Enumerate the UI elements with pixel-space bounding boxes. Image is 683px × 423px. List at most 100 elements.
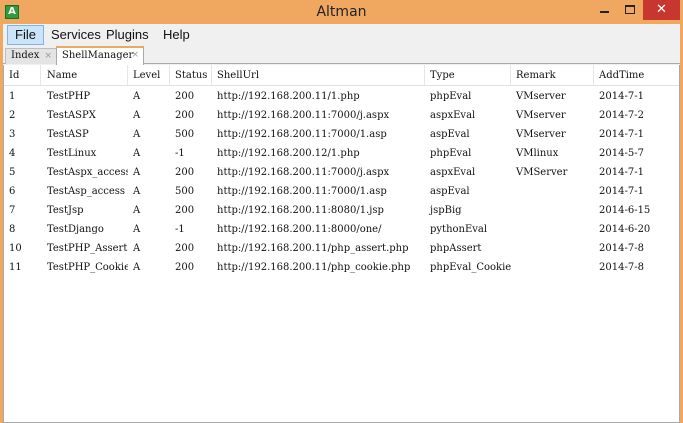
cell-name: TestLinux <box>47 148 97 159</box>
cell-status: 500 <box>175 186 195 197</box>
menu-plugins[interactable]: Plugins <box>99 25 156 45</box>
table-row[interactable]: 5 TestAspx_access A 200 http://192.168.2… <box>4 163 679 182</box>
cell-level: A <box>133 167 141 178</box>
cell-id: 10 <box>9 243 22 254</box>
cell-shellurl: http://192.168.200.11:7000/1.asp <box>217 186 387 197</box>
cell-status: 500 <box>175 129 195 140</box>
cell-shellurl: http://192.168.200.11:7000/1.asp <box>217 129 387 140</box>
cell-level: A <box>133 224 141 235</box>
cell-id: 7 <box>9 205 16 216</box>
column-header-status[interactable]: Status <box>170 65 212 86</box>
cell-level: A <box>133 243 141 254</box>
column-header-type[interactable]: Type <box>425 65 511 86</box>
column-header-shellurl[interactable]: ShellUrl <box>212 65 425 86</box>
cell-name: TestDjango <box>47 224 104 235</box>
column-header-remark[interactable]: Remark <box>511 65 594 86</box>
column-header-id[interactable]: Id <box>4 65 41 86</box>
cell-name: TestPHP_Assert <box>47 243 128 254</box>
minimize-icon <box>600 11 609 13</box>
tab-index[interactable]: Index × <box>5 48 57 64</box>
cell-name: TestPHP <box>47 91 91 102</box>
cell-name: TestASP <box>47 129 89 140</box>
client-area: File Services Plugins Help Index × Shell… <box>3 24 680 423</box>
cell-addtime: 2014-5-7 <box>599 148 644 159</box>
menu-bar: File Services Plugins Help <box>3 24 680 46</box>
cell-status: -1 <box>175 224 185 235</box>
cell-addtime: 2014-7-8 <box>599 262 644 273</box>
column-header-level[interactable]: Level <box>128 65 170 86</box>
cell-shellurl: http://192.168.200.11:7000/j.aspx <box>217 110 390 121</box>
table-row[interactable]: 3 TestASP A 500 http://192.168.200.11:70… <box>4 125 679 144</box>
cell-type: aspxEval <box>430 167 476 178</box>
cell-status: 200 <box>175 167 195 178</box>
cell-status: 200 <box>175 91 195 102</box>
cell-status: 200 <box>175 110 195 121</box>
app-window: A Altman ✕ File Services Plugins Help In… <box>0 0 683 423</box>
table-row[interactable]: 1 TestPHP A 200 http://192.168.200.11/1.… <box>4 87 679 106</box>
table-row[interactable]: 4 TestLinux A -1 http://192.168.200.12/1… <box>4 144 679 163</box>
cell-shellurl: http://192.168.200.11/php_assert.php <box>217 243 409 254</box>
close-button[interactable]: ✕ <box>643 0 680 20</box>
cell-remark: VMserver <box>516 91 566 102</box>
cell-type: aspEval <box>430 186 470 197</box>
cell-remark: VMServer <box>516 167 568 178</box>
table-row[interactable]: 2 TestASPX A 200 http://192.168.200.11:7… <box>4 106 679 125</box>
cell-level: A <box>133 110 141 121</box>
tab-shellmanager-label: ShellManager <box>62 50 134 61</box>
tab-shellmanager-close-icon[interactable]: × <box>131 48 139 63</box>
cell-name: TestAspx_access <box>47 167 128 178</box>
cell-addtime: 2014-7-1 <box>599 91 644 102</box>
cell-type: phpEval <box>430 91 472 102</box>
maximize-button[interactable] <box>617 0 643 20</box>
cell-id: 6 <box>9 186 16 197</box>
table-row[interactable]: 11 TestPHP_Cookie A 200 http://192.168.2… <box>4 258 679 277</box>
cell-type: pythonEval <box>430 224 488 235</box>
cell-shellurl: http://192.168.200.11:8000/one/ <box>217 224 382 235</box>
cell-level: A <box>133 148 141 159</box>
cell-id: 1 <box>9 91 16 102</box>
cell-remark <box>511 239 594 258</box>
cell-id: 8 <box>9 224 16 235</box>
minimize-button[interactable] <box>591 0 617 20</box>
title-bar[interactable]: A Altman ✕ <box>0 0 683 24</box>
table-row[interactable]: 7 TestJsp A 200 http://192.168.200.11:80… <box>4 201 679 220</box>
cell-shellurl: http://192.168.200.11:8080/1.jsp <box>217 205 384 216</box>
column-header-name[interactable]: Name <box>42 65 128 86</box>
tab-bar: Index × ShellManager × <box>3 46 680 65</box>
cell-id: 3 <box>9 129 16 140</box>
cell-remark: VMlinux <box>516 148 559 159</box>
maximize-icon <box>625 5 635 14</box>
cell-level: A <box>133 186 141 197</box>
cell-name: TestASPX <box>47 110 96 121</box>
tab-index-label: Index <box>11 50 40 61</box>
cell-level: A <box>133 205 141 216</box>
shell-table[interactable]: Id Name Level Status ShellUrl Type Remar… <box>3 65 680 423</box>
cell-id: 5 <box>9 167 16 178</box>
table-row[interactable]: 8 TestDjango A -1 http://192.168.200.11:… <box>4 220 679 239</box>
cell-type: phpAssert <box>430 243 482 254</box>
cell-status: 200 <box>175 243 195 254</box>
cell-remark: VMserver <box>516 110 566 121</box>
cell-remark <box>511 220 594 239</box>
cell-addtime: 2014-7-1 <box>599 129 644 140</box>
cell-shellurl: http://192.168.200.12/1.php <box>217 148 360 159</box>
close-icon: ✕ <box>656 2 667 17</box>
cell-name: TestPHP_Cookie <box>47 262 128 273</box>
menu-help[interactable]: Help <box>156 25 197 45</box>
cell-status: 200 <box>175 262 195 273</box>
tab-shellmanager[interactable]: ShellManager × <box>56 46 144 65</box>
cell-shellurl: http://192.168.200.11:7000/j.aspx <box>217 167 390 178</box>
tab-index-close-icon[interactable]: × <box>44 49 52 63</box>
window-title: Altman <box>316 4 367 20</box>
cell-id: 4 <box>9 148 16 159</box>
cell-type: aspEval <box>430 129 470 140</box>
cell-id: 11 <box>9 262 22 273</box>
table-row[interactable]: 10 TestPHP_Assert A 200 http://192.168.2… <box>4 239 679 258</box>
cell-addtime: 2014-7-1 <box>599 186 644 197</box>
cell-addtime: 2014-7-1 <box>599 167 644 178</box>
cell-name: TestJsp <box>47 205 84 216</box>
table-row[interactable]: 6 TestAsp_access A 500 http://192.168.20… <box>4 182 679 201</box>
column-header-addtime[interactable]: AddTime <box>594 65 679 86</box>
menu-file[interactable]: File <box>7 25 44 45</box>
cell-type: phpEval_Cookie <box>430 262 511 273</box>
